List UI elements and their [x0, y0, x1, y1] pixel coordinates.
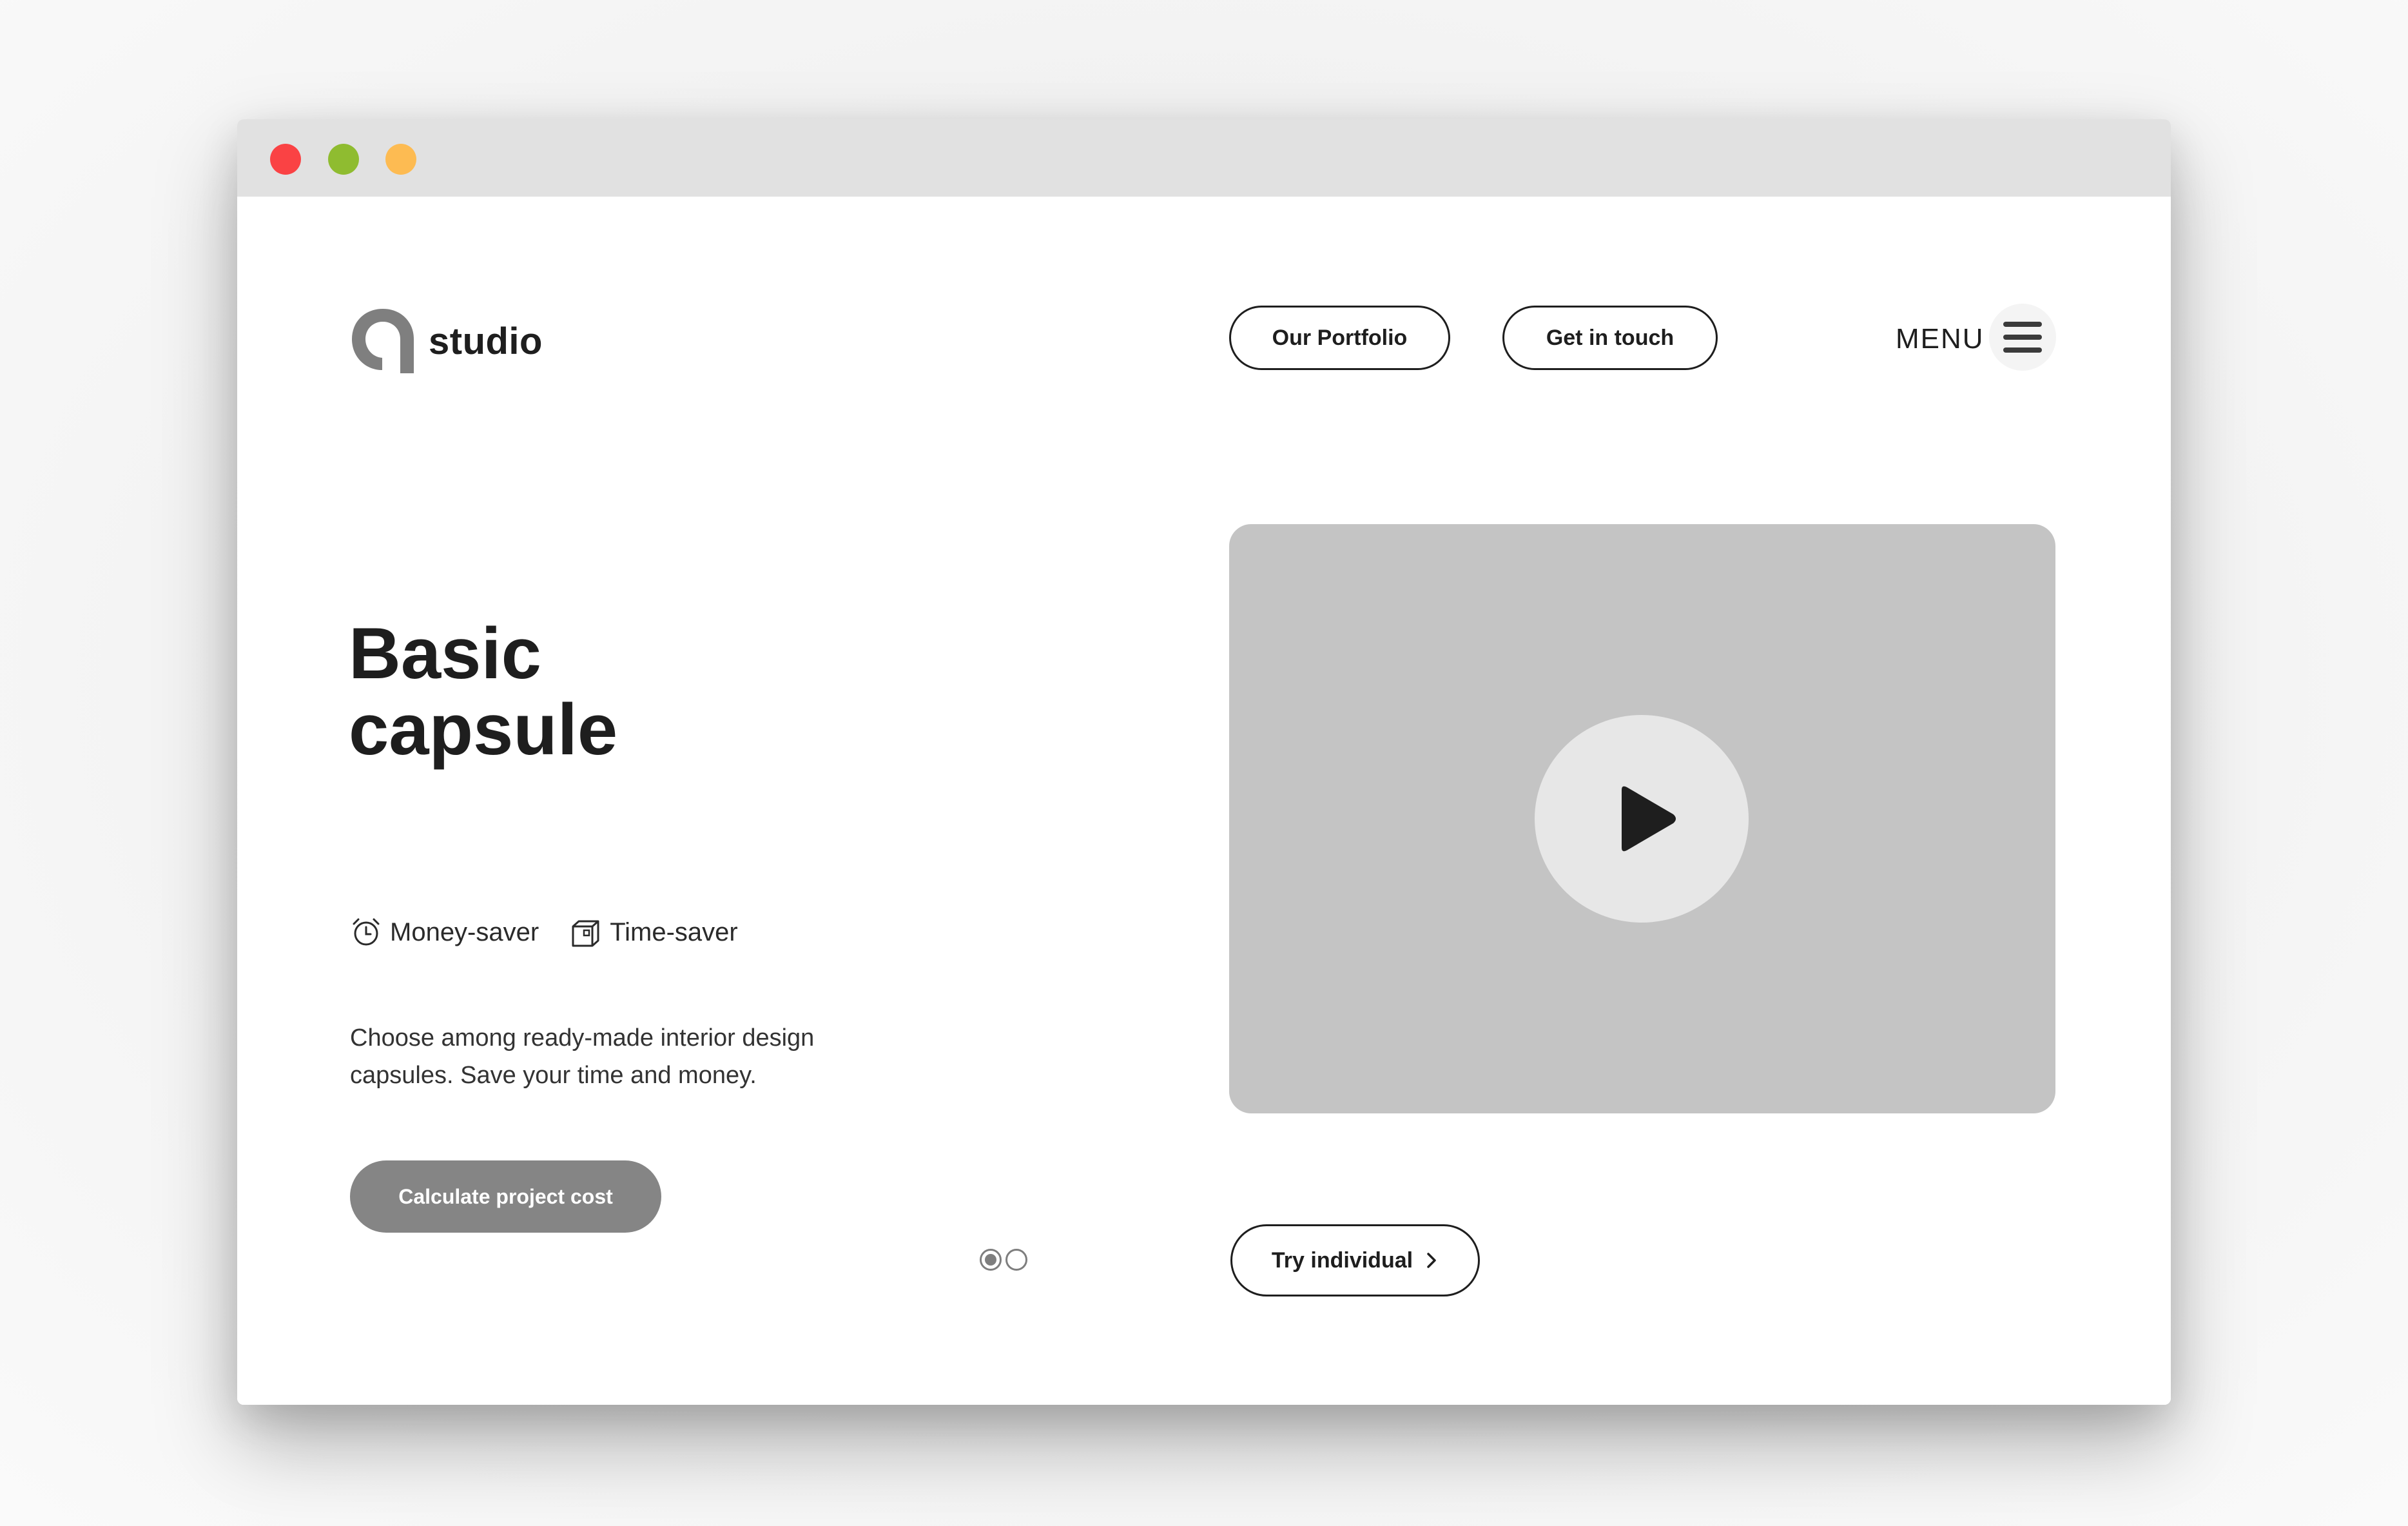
feature-money-saver: Money-saver [350, 916, 539, 948]
hero-description: Choose among ready-made interior design … [350, 1024, 815, 1089]
browser-window: studio Our Portfolio Get in touch MENU B… [237, 119, 2171, 1405]
window-titlebar [237, 119, 2171, 197]
alarm-clock-icon [353, 918, 380, 946]
calculate-project-cost-button[interactable]: Calculate project cost [350, 1160, 661, 1233]
calculate-project-cost-label: Calculate project cost [398, 1184, 613, 1208]
hamburger-icon [2003, 322, 2042, 353]
get-in-touch-button[interactable]: Get in touch [1502, 306, 1718, 370]
site-logo[interactable]: studio [350, 306, 543, 376]
box-icon [572, 920, 599, 947]
feature-time-saver: Time-saver [570, 916, 738, 948]
get-in-touch-label: Get in touch [1546, 325, 1675, 350]
hero-title-line-1: Basic [349, 613, 541, 694]
chevron-right-icon [1427, 1253, 1436, 1268]
try-individual-label: Try individual [1271, 1247, 1413, 1273]
try-individual-button[interactable]: Try individual [1230, 1224, 1480, 1296]
play-icon [1622, 786, 1676, 852]
close-window-button[interactable] [270, 144, 301, 175]
pager-dot-2[interactable] [1005, 1249, 1027, 1271]
page-content: studio Our Portfolio Get in touch MENU B… [237, 197, 2171, 1405]
video-player[interactable] [1229, 524, 2055, 1113]
play-button[interactable] [1535, 715, 1749, 923]
feature-time-saver-label: Time-saver [610, 917, 738, 946]
hero-title-line-2: capsule [349, 689, 618, 770]
our-portfolio-button[interactable]: Our Portfolio [1229, 306, 1450, 370]
menu-label[interactable]: MENU [1896, 323, 1985, 355]
minimize-window-button[interactable] [328, 144, 359, 175]
hero-title: Basic capsule [349, 616, 929, 768]
logo-icon [352, 309, 414, 373]
menu-button[interactable] [1989, 304, 2056, 371]
pager-dot-1[interactable] [980, 1249, 1002, 1271]
logo-text: studio [429, 320, 543, 362]
slide-pager [980, 1249, 1031, 1271]
feature-list: Money-saver Time-saver [350, 916, 738, 948]
feature-money-saver-label: Money-saver [390, 917, 539, 946]
our-portfolio-label: Our Portfolio [1272, 325, 1408, 350]
maximize-window-button[interactable] [385, 144, 416, 175]
